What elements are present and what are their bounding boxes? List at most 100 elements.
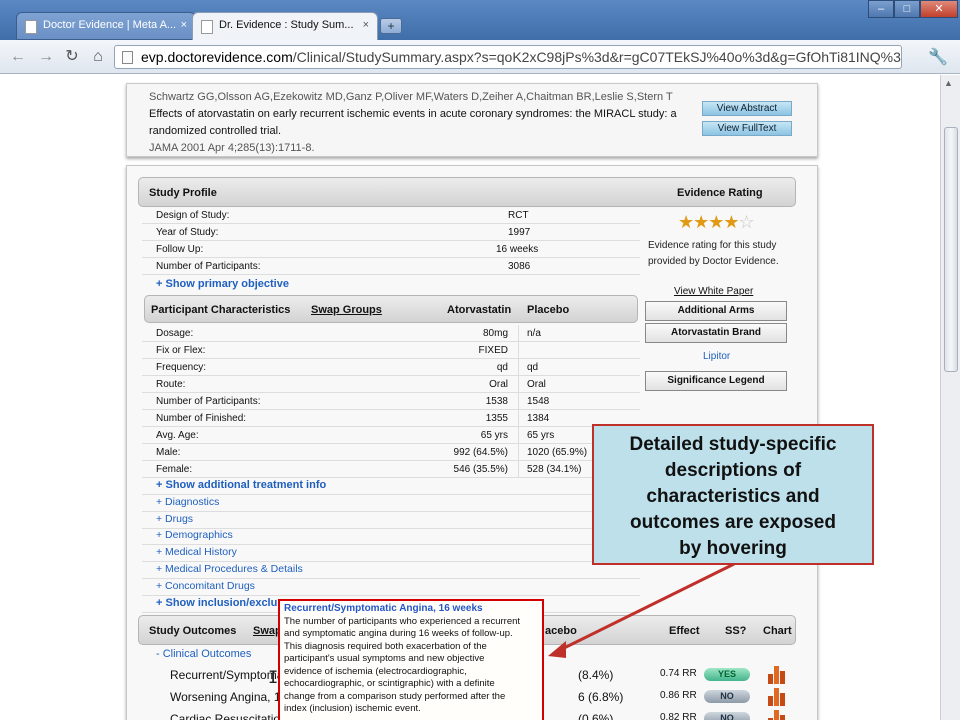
characteristic-placebo: 528 (34.1%) (527, 464, 582, 475)
browser-tab-study-summary[interactable]: Dr. Evidence : Study Sum... × (192, 12, 378, 40)
outcome-effect: 0.74 RR (660, 668, 697, 679)
characteristic-atorvastatin: 1355 (485, 413, 508, 424)
column-ss: SS? (725, 625, 747, 637)
forward-arrow-icon[interactable]: → (36, 47, 56, 67)
lipitor-link[interactable]: Lipitor (703, 351, 730, 362)
back-arrow-icon[interactable]: ← (8, 47, 28, 67)
significance-pill: YES (704, 668, 750, 681)
profile-row: Follow Up: 16 weeks (142, 241, 640, 258)
tooltip-line: This diagnosis required both exacerbatio… (284, 640, 487, 652)
characteristic-placebo: 1384 (527, 413, 550, 424)
column-chart: Chart (763, 625, 792, 637)
expander-link[interactable]: + Medical History (156, 546, 237, 558)
profile-label: Design of Study: (156, 210, 230, 221)
characteristic-row: Female: 546 (35.5%) 528 (34.1%) (142, 461, 640, 478)
wrench-icon[interactable]: 🔧 (928, 47, 948, 67)
additional-arms-button[interactable]: Additional Arms (645, 301, 787, 321)
close-window-button[interactable]: ✕ (920, 0, 958, 18)
characteristic-atorvastatin: 992 (64.5%) (453, 447, 508, 458)
browser-toolbar: ← → ↻ ⌂ evp.doctorevidence.com/Clinical/… (0, 40, 960, 74)
scrollbar-thumb[interactable] (944, 127, 958, 372)
view-fulltext-button[interactable]: View FullText (702, 121, 792, 136)
study-outcomes-title: Study Outcomes (149, 625, 237, 637)
show-primary-objective-link[interactable]: + Show primary objective (156, 278, 289, 290)
scroll-up-icon[interactable]: ▲ (944, 78, 953, 88)
browser-tab-meta-analysis[interactable]: Doctor Evidence | Meta A... × (16, 12, 196, 40)
expander-link[interactable]: + Show inclusion/exclu (156, 597, 277, 609)
citation-journal: JAMA 2001 Apr 4;285(13):1711-8. (149, 142, 315, 154)
tooltip-line: index (inclusion) ischemic event. (284, 703, 421, 714)
atorvastatin-brand-button[interactable]: Atorvastatin Brand (645, 323, 787, 343)
expander-link[interactable]: + Medical Procedures & Details (156, 563, 303, 575)
study-profile-header: Study Profile Evidence Rating (138, 177, 796, 207)
bar-chart-icon[interactable] (766, 686, 786, 706)
characteristic-placebo: 1548 (527, 396, 550, 407)
characteristic-row: Number of Participants: 1538 1548 (142, 393, 640, 410)
hover-tooltip: Recurrent/Symptomatic Angina, 16 weeks T… (278, 599, 544, 720)
characteristic-placebo: 65 yrs (527, 430, 555, 441)
bar-chart-icon[interactable] (766, 664, 786, 684)
characteristic-label: Female: (156, 464, 193, 475)
characteristic-row: Male: 992 (64.5%) 1020 (65.9%) (142, 444, 640, 461)
text-cursor-icon: I (268, 668, 279, 688)
expander-link[interactable]: + Demographics (156, 529, 233, 541)
profile-value: RCT (508, 210, 529, 221)
profile-label: Number of Participants: (156, 261, 261, 272)
characteristic-row: Dosage: 80mg n/a (142, 325, 640, 342)
citation-card: Schwartz GG,Olsson AG,Ezekowitz MD,Ganz … (126, 83, 818, 157)
url-host: evp.doctorevidence.com (141, 49, 293, 65)
expander-link[interactable]: + Diagnostics (156, 496, 219, 508)
characteristic-atorvastatin: 1538 (485, 396, 508, 407)
significance-legend-button[interactable]: Significance Legend (645, 371, 787, 391)
characteristic-row: Route: Oral Oral (142, 376, 640, 393)
callout-line: Detailed study-specific (629, 434, 837, 455)
view-white-paper-link[interactable]: View White Paper (674, 286, 753, 297)
characteristic-row: Avg. Age: 65 yrs 65 yrs (142, 427, 640, 444)
profile-value: 3086 (508, 261, 531, 272)
characteristic-label: Avg. Age: (156, 430, 199, 441)
characteristic-atorvastatin: 65 yrs (480, 430, 508, 441)
expander-link[interactable]: + Drugs (156, 513, 193, 525)
close-tab-icon[interactable]: × (363, 19, 369, 31)
close-tab-icon[interactable]: × (181, 19, 187, 31)
new-tab-button[interactable]: + (380, 18, 402, 34)
characteristic-atorvastatin: Oral (489, 379, 508, 390)
characteristic-row: Frequency: qd qd (142, 359, 640, 376)
characteristic-placebo: 1020 (65.9%) (527, 447, 588, 458)
reload-icon[interactable]: ↻ (62, 47, 82, 67)
vertical-scrollbar[interactable]: ▲ (940, 75, 960, 720)
clinical-outcomes-group[interactable]: - Clinical Outcomes (156, 648, 251, 660)
characteristic-placebo: n/a (527, 328, 541, 339)
column-atorvastatin: Atorvastatin (447, 304, 512, 316)
view-abstract-button[interactable]: View Abstract (702, 101, 792, 116)
minimize-button[interactable]: – (868, 0, 894, 18)
expander-link[interactable]: + Show additional treatment info (156, 479, 326, 491)
characteristic-label: Fix or Flex: (156, 345, 206, 356)
browser-titlebar: Doctor Evidence | Meta A... × Dr. Eviden… (0, 0, 960, 40)
star-icon: ★★★★ (678, 212, 740, 232)
characteristic-label: Number of Finished: (156, 413, 247, 424)
characteristic-row: Fix or Flex: FIXED (142, 342, 640, 359)
citation-authors: Schwartz GG,Olsson AG,Ezekowitz MD,Ganz … (149, 91, 673, 103)
home-icon[interactable]: ⌂ (88, 47, 108, 67)
significance-pill: NO (704, 690, 750, 703)
address-bar[interactable]: evp.doctorevidence.com/Clinical/StudySum… (114, 45, 902, 69)
maximize-button[interactable]: □ (894, 0, 920, 18)
characteristic-label: Number of Participants: (156, 396, 261, 407)
profile-label: Year of Study: (156, 227, 219, 238)
swap-groups-link[interactable]: Swap Groups (311, 304, 382, 316)
characteristic-row: Number of Finished: 1355 1384 (142, 410, 640, 427)
tooltip-line: change from a comparison study performed… (284, 690, 506, 702)
study-profile-title: Study Profile (149, 187, 217, 199)
profile-row: Number of Participants: 3086 (142, 258, 640, 275)
outcome-name: Cardiac Resuscitatio (170, 712, 281, 720)
expander-link[interactable]: + Concomitant Drugs (156, 580, 255, 592)
participant-characteristics-header: Participant Characteristics Swap Groups … (144, 295, 638, 323)
evidence-rating-title: Evidence Rating (677, 187, 763, 199)
page-icon (25, 20, 37, 34)
bar-chart-icon[interactable] (766, 708, 786, 720)
column-placebo: Placebo (527, 304, 570, 316)
tooltip-line: evidence of ischemia (electrocardiograph… (284, 665, 467, 677)
characteristic-atorvastatin: FIXED (478, 345, 508, 356)
star-empty-icon: ☆ (738, 212, 755, 232)
